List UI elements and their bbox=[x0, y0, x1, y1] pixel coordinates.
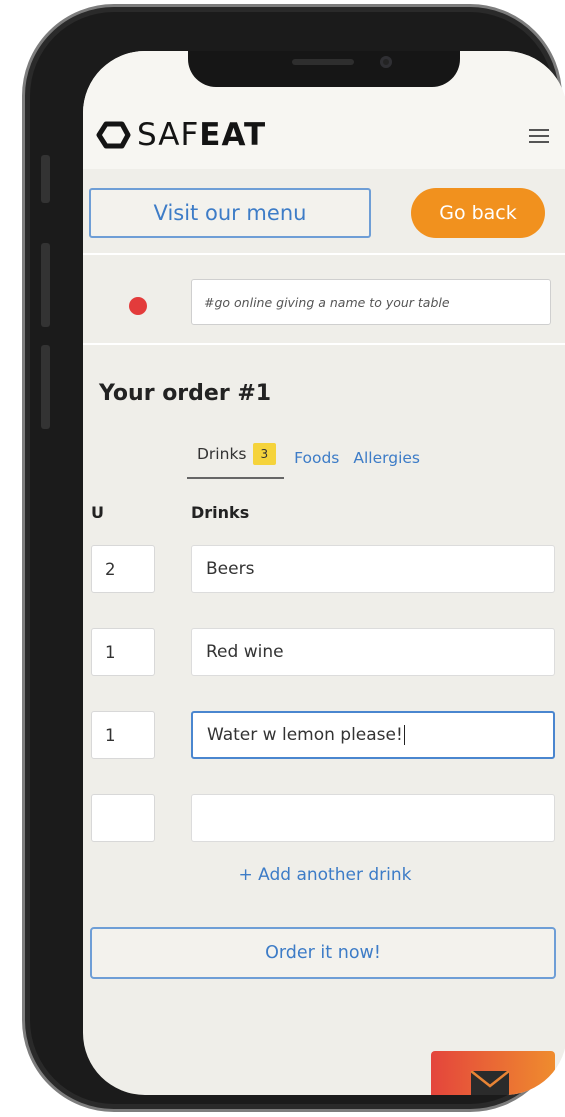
hamburger-menu-icon[interactable] bbox=[529, 129, 549, 143]
order-now-button[interactable]: Order it now! bbox=[90, 927, 556, 979]
visit-menu-button[interactable]: Visit our menu bbox=[89, 188, 371, 238]
drink-field-value: Water w lemon please! bbox=[207, 725, 403, 745]
go-back-button[interactable]: Go back bbox=[411, 188, 545, 238]
phone-screen: SAFEAT Visit our menu Go back #go online… bbox=[83, 51, 565, 1095]
quantity-field[interactable]: 1 bbox=[91, 711, 155, 759]
table-name-input[interactable]: #go online giving a name to your table bbox=[191, 279, 551, 325]
phone-frame: SAFEAT Visit our menu Go back #go online… bbox=[22, 4, 565, 1112]
phone-silent-switch bbox=[41, 155, 50, 203]
units-column-header: U bbox=[91, 503, 104, 522]
quantity-field-empty[interactable] bbox=[91, 794, 155, 842]
tab-allergies[interactable]: Allergies bbox=[353, 447, 420, 469]
safeat-logo[interactable]: SAFEAT bbox=[95, 115, 266, 155]
order-tabs: Drinks 3 Foods Allergies bbox=[187, 443, 420, 483]
tab-drinks[interactable]: Drinks 3 bbox=[187, 443, 285, 479]
drink-field-empty[interactable] bbox=[191, 794, 555, 842]
quantity-field[interactable]: 2 bbox=[91, 545, 155, 593]
add-another-drink-link[interactable]: + Add another drink bbox=[83, 865, 565, 885]
phone-notch bbox=[188, 51, 460, 87]
front-camera bbox=[380, 56, 392, 68]
order-title: Your order #1 bbox=[99, 381, 272, 406]
logo-text: SAFEAT bbox=[137, 116, 267, 153]
mail-button[interactable] bbox=[431, 1051, 555, 1095]
tab-foods[interactable]: Foods bbox=[294, 447, 339, 469]
drink-field[interactable]: Red wine bbox=[191, 628, 555, 676]
drink-field-focused[interactable]: Water w lemon please! bbox=[191, 711, 555, 759]
phone-volume-down-button bbox=[41, 345, 50, 429]
offline-status-dot bbox=[129, 297, 147, 315]
speaker-grille bbox=[292, 59, 354, 65]
table-name-row: #go online giving a name to your table bbox=[83, 257, 565, 345]
mail-icon bbox=[471, 1071, 509, 1095]
drink-field[interactable]: Beers bbox=[191, 545, 555, 593]
drinks-count-badge: 3 bbox=[252, 443, 277, 465]
text-caret bbox=[403, 725, 405, 745]
tab-drinks-label: Drinks bbox=[197, 445, 247, 463]
drinks-column-header: Drinks bbox=[191, 503, 250, 522]
phone-volume-up-button bbox=[41, 243, 50, 327]
nav-row: Visit our menu Go back bbox=[83, 169, 565, 255]
safeat-logo-icon bbox=[96, 121, 131, 149]
quantity-field[interactable]: 1 bbox=[91, 628, 155, 676]
